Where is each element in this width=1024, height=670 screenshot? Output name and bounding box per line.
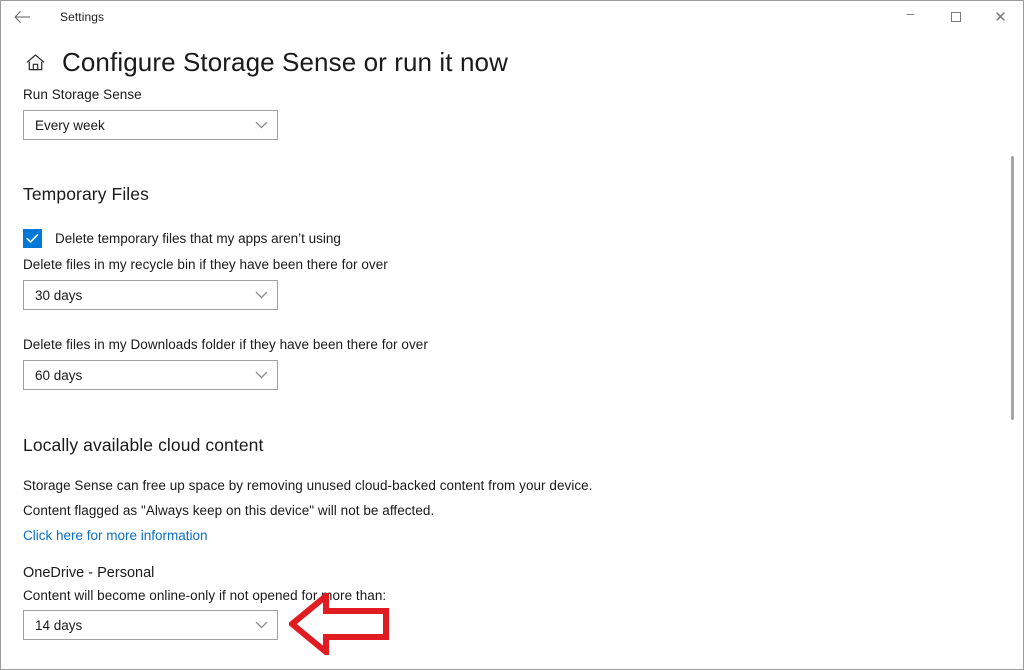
scrollbar-thumb[interactable] [1011,156,1014,420]
recycle-bin-value: 30 days [35,287,83,303]
cloud-content-description-line1: Storage Sense can free up space by remov… [23,478,593,493]
onedrive-account-heading: OneDrive - Personal [23,565,155,581]
checkmark-icon [26,233,39,243]
delete-temp-files-label: Delete temporary files that my apps aren… [55,231,341,246]
chevron-down-icon [255,371,268,379]
caption-buttons: – ✕ [888,1,1023,33]
maximize-icon [950,12,961,22]
recycle-bin-label: Delete files in my recycle bin if they h… [23,257,388,272]
cloud-content-description-line2: Content flagged as "Always keep on this … [23,503,435,518]
maximize-button[interactable] [933,1,978,33]
run-storage-sense-dropdown[interactable]: Every week [23,110,278,140]
titlebar: Settings – ✕ [1,1,1023,33]
downloads-folder-label: Delete files in my Downloads folder if t… [23,337,428,352]
settings-content: Run Storage Sense Every week Temporary F… [1,33,1023,669]
recycle-bin-dropdown[interactable]: 30 days [23,280,278,310]
temporary-files-heading: Temporary Files [23,184,149,204]
more-information-link[interactable]: Click here for more information [23,528,208,543]
back-arrow-icon [13,10,30,24]
chevron-down-icon [255,121,268,129]
onedrive-online-only-value: 14 days [35,617,83,633]
close-icon: ✕ [994,7,1007,26]
chevron-down-icon [255,621,268,629]
run-storage-sense-label: Run Storage Sense [23,87,142,102]
app-title: Settings [60,10,105,24]
minimize-icon: – [906,5,915,21]
vertical-scrollbar[interactable] [1006,34,1020,669]
downloads-folder-dropdown[interactable]: 60 days [23,360,278,390]
chevron-down-icon [255,291,268,299]
onedrive-online-only-dropdown[interactable]: 14 days [23,610,278,640]
minimize-button[interactable]: – [888,1,933,33]
downloads-folder-value: 60 days [35,367,83,383]
delete-temp-files-checkbox[interactable] [23,229,42,248]
close-button[interactable]: ✕ [978,1,1023,33]
onedrive-online-only-label: Content will become online-only if not o… [23,588,387,603]
cloud-content-heading: Locally available cloud content [23,435,264,455]
settings-window: Settings – ✕ Configure Storage Sense or … [0,0,1024,670]
run-storage-sense-value: Every week [35,117,105,133]
delete-temp-files-checkbox-row[interactable]: Delete temporary files that my apps aren… [23,229,341,248]
back-button[interactable] [1,1,43,33]
